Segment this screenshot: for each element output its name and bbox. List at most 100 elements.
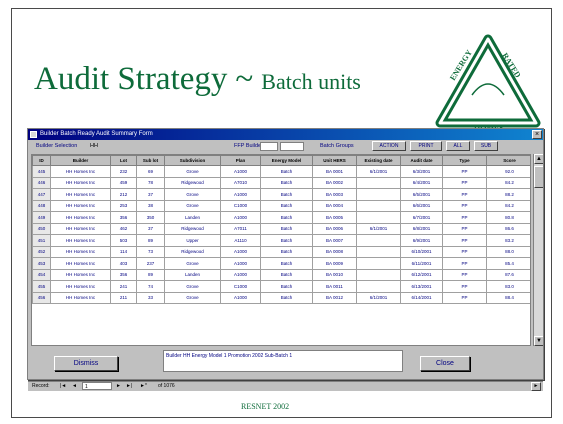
close-button[interactable]: Close: [420, 356, 470, 371]
table-row[interactable]: 448 HH Homes Inc 253 38 Grove C1000 Batch BA 00…: [32, 199, 530, 212]
table-row[interactable]: 447 HH Homes Inc 212 37 Grove A1000 Batch BA 00…: [32, 188, 530, 201]
table-cell[interactable]: BA 0003: [312, 188, 357, 201]
table-row[interactable]: 455 HH Homes Inc 241 74 Grove C1000 Batch BA 00…: [32, 280, 530, 293]
table-cell[interactable]: PP: [442, 176, 487, 189]
filter-field-1[interactable]: [260, 142, 278, 151]
table-cell[interactable]: 6/1/2001: [356, 291, 401, 304]
table-cell[interactable]: 33: [136, 291, 165, 304]
table-cell[interactable]: 455: [32, 280, 51, 293]
table-cell[interactable]: 83.2: [486, 234, 530, 247]
table-cell[interactable]: [356, 176, 401, 189]
table-cell[interactable]: Batch: [260, 199, 313, 212]
table-cell[interactable]: 459: [110, 176, 137, 189]
column-header[interactable]: Builder: [50, 155, 111, 166]
table-cell[interactable]: 449: [32, 211, 51, 224]
table-cell[interactable]: A7010: [220, 176, 261, 189]
table-cell[interactable]: Batch: [260, 280, 313, 293]
table-row[interactable]: 451 HH Homes Inc 503 89 Upper A1110 Batch BA 00…: [32, 234, 530, 247]
table-cell[interactable]: A1000: [220, 257, 261, 270]
table-cell[interactable]: A1110: [220, 234, 261, 247]
table-cell[interactable]: A1000: [220, 245, 261, 258]
table-cell[interactable]: Grove: [164, 199, 221, 212]
table-row[interactable]: 445 HH Homes Inc 232 69 Grove A1000 Batch BA 00…: [32, 165, 530, 178]
table-cell[interactable]: PP: [442, 291, 487, 304]
table-cell[interactable]: 80.8: [486, 211, 530, 224]
table-cell[interactable]: 6/11/2001: [400, 257, 443, 270]
table-cell[interactable]: 462: [110, 222, 137, 235]
table-cell[interactable]: BA 0004: [312, 199, 357, 212]
table-cell[interactable]: PP: [442, 222, 487, 235]
table-cell[interactable]: 211: [110, 291, 137, 304]
table-cell[interactable]: 446: [32, 176, 51, 189]
scroll-down-icon[interactable]: ▼: [534, 336, 543, 346]
table-cell[interactable]: Batch: [260, 234, 313, 247]
filter-field-2[interactable]: [280, 142, 304, 151]
table-cell[interactable]: Batch: [260, 222, 313, 235]
table-cell[interactable]: 86.6: [486, 222, 530, 235]
table-cell[interactable]: Batch: [260, 176, 313, 189]
table-cell[interactable]: 356: [110, 211, 137, 224]
table-cell[interactable]: 454: [32, 268, 51, 281]
table-cell[interactable]: Batch: [260, 257, 313, 270]
table-cell[interactable]: A1000: [220, 165, 261, 178]
table-cell[interactable]: PP: [442, 234, 487, 247]
table-cell[interactable]: BA 0008: [312, 245, 357, 258]
table-cell[interactable]: 6/13/2001: [400, 280, 443, 293]
table-cell[interactable]: BA 0006: [312, 222, 357, 235]
table-cell[interactable]: Batch: [260, 245, 313, 258]
table-cell[interactable]: Ridgewood: [164, 222, 221, 235]
table-cell[interactable]: 73: [136, 245, 165, 258]
column-header[interactable]: Sub lot: [136, 155, 165, 166]
table-cell[interactable]: 88.0: [486, 245, 530, 258]
table-cell[interactable]: 6/3/2001: [400, 165, 443, 178]
table-cell[interactable]: Upper: [164, 234, 221, 247]
table-cell[interactable]: BA 0009: [312, 257, 357, 270]
column-header[interactable]: Subdivision: [164, 155, 221, 166]
column-header[interactable]: Audit date: [400, 155, 443, 166]
table-cell[interactable]: 448: [32, 199, 51, 212]
table-cell[interactable]: PP: [442, 211, 487, 224]
table-cell[interactable]: 88.4: [486, 291, 530, 304]
table-cell[interactable]: 88.2: [486, 188, 530, 201]
builder-selection-value[interactable]: HH: [90, 143, 98, 149]
column-header[interactable]: Energy Model: [260, 155, 313, 166]
table-cell[interactable]: [356, 245, 401, 258]
table-row[interactable]: 450 HH Homes Inc 462 37 Ridgewood A7011 Batch B…: [32, 222, 530, 235]
table-cell[interactable]: 37: [136, 222, 165, 235]
close-icon[interactable]: ×: [532, 130, 542, 139]
all-button[interactable]: ALL: [446, 141, 470, 151]
table-cell[interactable]: PP: [442, 165, 487, 178]
scroll-right-icon[interactable]: ►: [531, 382, 541, 391]
last-record-icon[interactable]: ►|: [126, 382, 132, 391]
table-cell[interactable]: 85.4: [486, 257, 530, 270]
table-cell[interactable]: HH Homes Inc: [50, 211, 111, 224]
column-header[interactable]: ID: [32, 155, 51, 166]
table-cell[interactable]: [356, 188, 401, 201]
table-cell[interactable]: HH Homes Inc: [50, 165, 111, 178]
dismiss-button[interactable]: Dismiss: [54, 356, 118, 371]
table-cell[interactable]: C1000: [220, 280, 261, 293]
table-cell[interactable]: HH Homes Inc: [50, 257, 111, 270]
table-cell[interactable]: Batch: [260, 211, 313, 224]
record-number-field[interactable]: 1: [82, 382, 112, 390]
table-cell[interactable]: 84.2: [486, 176, 530, 189]
table-cell[interactable]: PP: [442, 268, 487, 281]
table-cell[interactable]: [356, 268, 401, 281]
table-cell[interactable]: BA 0001: [312, 165, 357, 178]
table-cell[interactable]: HH Homes Inc: [50, 176, 111, 189]
table-cell[interactable]: 6/4/2001: [400, 176, 443, 189]
table-cell[interactable]: Batch: [260, 268, 313, 281]
table-cell[interactable]: Landen: [164, 211, 221, 224]
table-cell[interactable]: 253: [110, 199, 137, 212]
table-cell[interactable]: HH Homes Inc: [50, 280, 111, 293]
table-cell[interactable]: BA 0007: [312, 234, 357, 247]
table-cell[interactable]: 237: [136, 257, 165, 270]
new-record-icon[interactable]: ►*: [140, 382, 147, 391]
table-cell[interactable]: 450: [32, 222, 51, 235]
table-cell[interactable]: 453: [32, 257, 51, 270]
table-cell[interactable]: PP: [442, 245, 487, 258]
table-cell[interactable]: 6/12/2001: [400, 268, 443, 281]
column-header[interactable]: Plan: [220, 155, 261, 166]
table-cell[interactable]: 38: [136, 199, 165, 212]
table-cell[interactable]: HH Homes Inc: [50, 245, 111, 258]
